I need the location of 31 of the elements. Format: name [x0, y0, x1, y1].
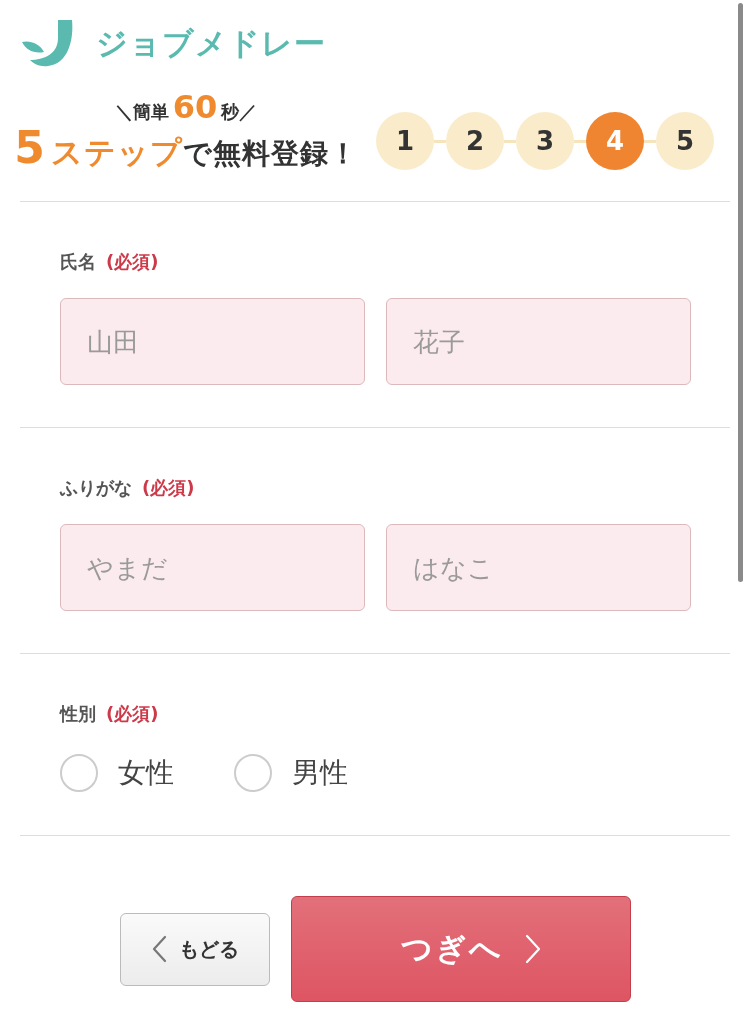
input-field[interactable]: やまだ — [60, 524, 365, 611]
field-label: 氏名 — [60, 250, 96, 274]
headline-text: 5 ステップで無料登録！ — [14, 124, 358, 174]
logo-icon — [20, 18, 74, 68]
scrollbar-thumb[interactable] — [738, 3, 743, 582]
input-field[interactable]: 山田 — [60, 298, 365, 385]
step-connector — [574, 139, 586, 143]
step-indicator: 1 — [376, 112, 434, 170]
step-indicator: 4 — [586, 112, 644, 170]
radio-label[interactable]: 女性 — [118, 754, 174, 792]
required-note: (必須) — [106, 702, 159, 726]
chevron-right-icon — [524, 934, 541, 964]
radio-button[interactable] — [234, 754, 272, 792]
logo-text: ジョブメドレー — [96, 27, 326, 59]
step-connector — [434, 139, 446, 143]
tagline-text: ＼簡単 60 秒／ — [114, 90, 258, 124]
step-indicator: 2 — [446, 112, 504, 170]
chevron-left-icon — [150, 935, 167, 963]
field-label: 性別 — [60, 702, 96, 726]
step-indicator: 5 — [656, 112, 714, 170]
required-note: (必須) — [106, 250, 159, 274]
field-label: ふりがな — [60, 476, 132, 500]
step-connector — [644, 139, 656, 143]
radio-button[interactable] — [60, 754, 98, 792]
input-field[interactable]: 花子 — [386, 298, 691, 385]
back-button[interactable]: もどる — [119, 912, 270, 986]
required-note: (必須) — [142, 476, 195, 500]
input-field[interactable]: はなこ — [386, 524, 691, 611]
step-connector — [504, 139, 516, 143]
step-indicator: 3 — [516, 112, 574, 170]
radio-label[interactable]: 男性 — [292, 754, 348, 792]
